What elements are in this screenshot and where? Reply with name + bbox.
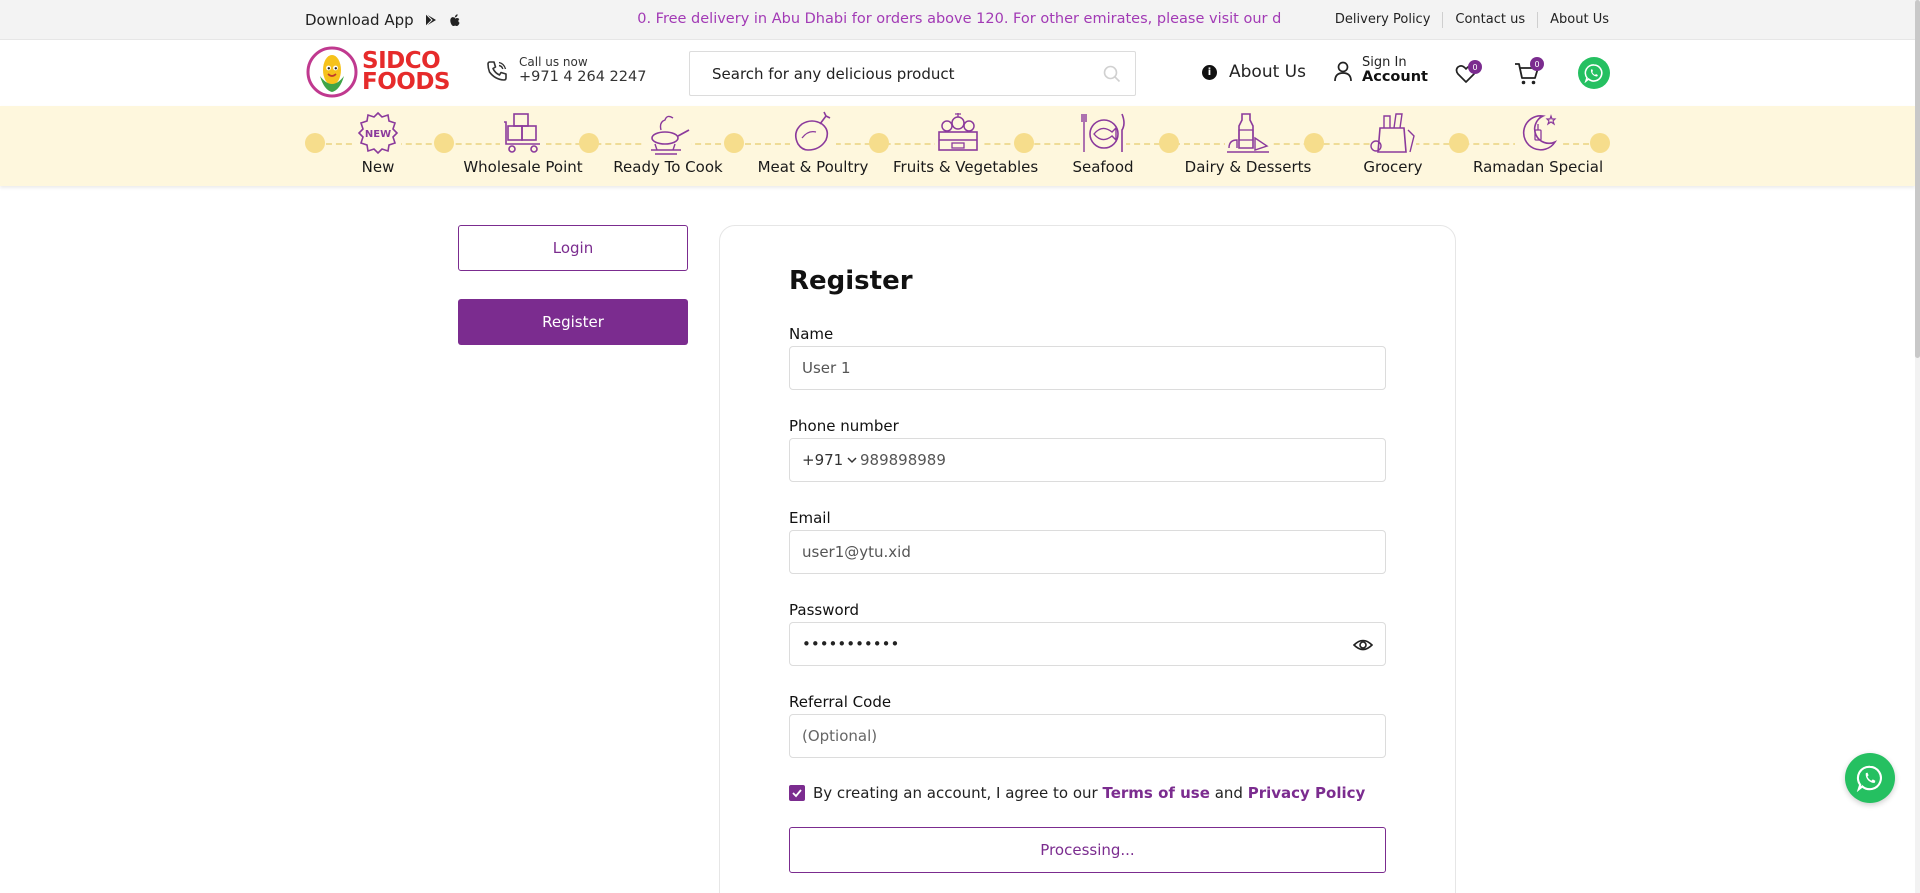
category-seafood[interactable]: Seafood (1038, 110, 1168, 176)
produce-crate-icon (935, 110, 981, 156)
milk-dairy-icon (1225, 110, 1271, 156)
category-label: Meat & Poultry (757, 158, 869, 176)
category-fruits-vegetables[interactable]: Fruits & Vegetables (893, 110, 1039, 176)
account-label: Account (1362, 69, 1428, 85)
terms-prefix-text: By creating an account, I agree to our (813, 784, 1098, 802)
logo-line-2: FOODS (362, 69, 450, 95)
site-header: SIDCO FOODS Call us now +971 4 264 2247 … (0, 40, 1915, 106)
corn-mascot-icon (306, 46, 358, 98)
fish-plate-icon (1080, 110, 1126, 156)
eye-icon[interactable] (1353, 636, 1373, 654)
category-label: Seafood (1072, 158, 1134, 176)
register-tab-button[interactable]: Register (458, 299, 688, 345)
email-input[interactable] (790, 531, 1385, 573)
download-app-label: Download App (305, 11, 414, 29)
apple-icon[interactable] (448, 13, 462, 27)
phone-label: Phone number (789, 417, 899, 435)
password-label: Password (789, 601, 860, 619)
terms-row: By creating an account, I agree to our T… (789, 784, 1365, 802)
delivery-policy-link[interactable]: Delivery Policy (1323, 12, 1443, 28)
password-field-wrapper (789, 622, 1386, 666)
referral-input[interactable] (790, 715, 1385, 757)
category-wholesale-point[interactable]: Wholesale Point (458, 110, 588, 176)
submit-processing-button[interactable]: Processing... (789, 827, 1386, 873)
whatsapp-header-button[interactable] (1578, 57, 1610, 89)
announcement-marquee: 10. Free delivery in Abu Dhabi for order… (636, 11, 1281, 31)
category-ramadan-special[interactable]: Ramadan Special (1473, 110, 1603, 176)
privacy-policy-link[interactable]: Privacy Policy (1248, 784, 1366, 802)
terms-and-text: and (1214, 784, 1243, 802)
call-label: Call us now (519, 55, 588, 69)
info-icon: i (1202, 64, 1217, 80)
user-icon (1334, 61, 1352, 81)
announcement-text: 10. Free delivery in Abu Dhabi for order… (636, 11, 1281, 27)
category-new[interactable]: NEW New (313, 110, 443, 176)
scrollbar-thumb[interactable] (1915, 0, 1920, 358)
register-form-card: Register Name Phone number +971 Email Pa… (719, 225, 1456, 893)
password-input[interactable] (790, 623, 1385, 665)
grocery-bag-icon (1370, 110, 1416, 156)
chicken-leg-icon (790, 110, 836, 156)
sign-in-label: Sign In (1362, 55, 1407, 70)
search-icon[interactable] (1103, 65, 1121, 83)
email-field-wrapper (789, 530, 1386, 574)
cart-count-badge: 0 (1530, 57, 1544, 71)
phone-field-wrapper: +971 (789, 438, 1386, 482)
sidco-logo[interactable]: SIDCO FOODS (306, 46, 450, 98)
phone-icon (487, 61, 507, 81)
page-scrollbar[interactable] (1915, 0, 1920, 893)
category-label: Fruits & Vegetables (893, 158, 1039, 176)
sign-in-account[interactable]: Sign In Account (1332, 56, 1428, 85)
name-label: Name (789, 325, 834, 343)
phone-input-wrapper (848, 439, 1368, 481)
whatsapp-icon (1856, 765, 1882, 792)
referral-field-wrapper (789, 714, 1386, 758)
register-title: Register (789, 266, 913, 296)
category-label: Ready To Cook (613, 158, 723, 176)
about-us-nav[interactable]: i About Us (1202, 62, 1306, 82)
category-label: New (361, 158, 395, 176)
google-play-icon[interactable] (424, 13, 438, 27)
terms-checkbox[interactable] (789, 785, 805, 801)
checkmark-icon (792, 789, 802, 798)
category-meat-poultry[interactable]: Meat & Poultry (748, 110, 878, 176)
category-label: Wholesale Point (463, 158, 583, 176)
search-bar (689, 51, 1136, 96)
phone-input[interactable] (848, 439, 1368, 481)
about-us-label: About Us (1229, 62, 1306, 82)
email-label: Email (789, 509, 831, 527)
crescent-moon-icon (1515, 110, 1561, 156)
logo-text: SIDCO FOODS (362, 50, 450, 95)
wishlist-count-badge: 0 (1468, 60, 1482, 74)
category-label: Ramadan Special (1473, 158, 1604, 176)
terms-of-use-link[interactable]: Terms of use (1102, 784, 1209, 802)
search-input[interactable] (690, 52, 1070, 95)
category-label: Grocery (1363, 158, 1423, 176)
new-badge-icon: NEW (355, 110, 401, 156)
referral-label: Referral Code (789, 693, 892, 711)
login-tab-button[interactable]: Login (458, 225, 688, 271)
call-us[interactable]: Call us now +971 4 264 2247 (485, 56, 646, 86)
top-announcement-bar: Download App 10. Free delivery in Abu Dh… (0, 0, 1915, 40)
country-code-value: +971 (802, 451, 844, 469)
whatsapp-floating-button[interactable] (1845, 753, 1895, 803)
svg-text:NEW: NEW (365, 129, 391, 140)
about-us-top-link[interactable]: About Us (1537, 12, 1609, 28)
boxes-cart-icon (500, 110, 546, 156)
name-input[interactable] (790, 347, 1385, 389)
whatsapp-icon (1584, 64, 1603, 83)
category-grocery[interactable]: Grocery (1328, 110, 1458, 176)
pan-icon (645, 110, 691, 156)
name-field-wrapper (789, 346, 1386, 390)
category-dairy-desserts[interactable]: Dairy & Desserts (1183, 110, 1313, 176)
category-nav: NEW New Wholesale Point Ready To Cook Me… (0, 106, 1915, 186)
top-links: Delivery Policy Contact us About Us (1323, 12, 1609, 28)
contact-us-link[interactable]: Contact us (1442, 12, 1537, 28)
category-label: Dairy & Desserts (1184, 158, 1312, 176)
category-ready-to-cook[interactable]: Ready To Cook (603, 110, 733, 176)
download-app: Download App (305, 11, 462, 29)
call-number: +971 4 264 2247 (519, 69, 647, 85)
